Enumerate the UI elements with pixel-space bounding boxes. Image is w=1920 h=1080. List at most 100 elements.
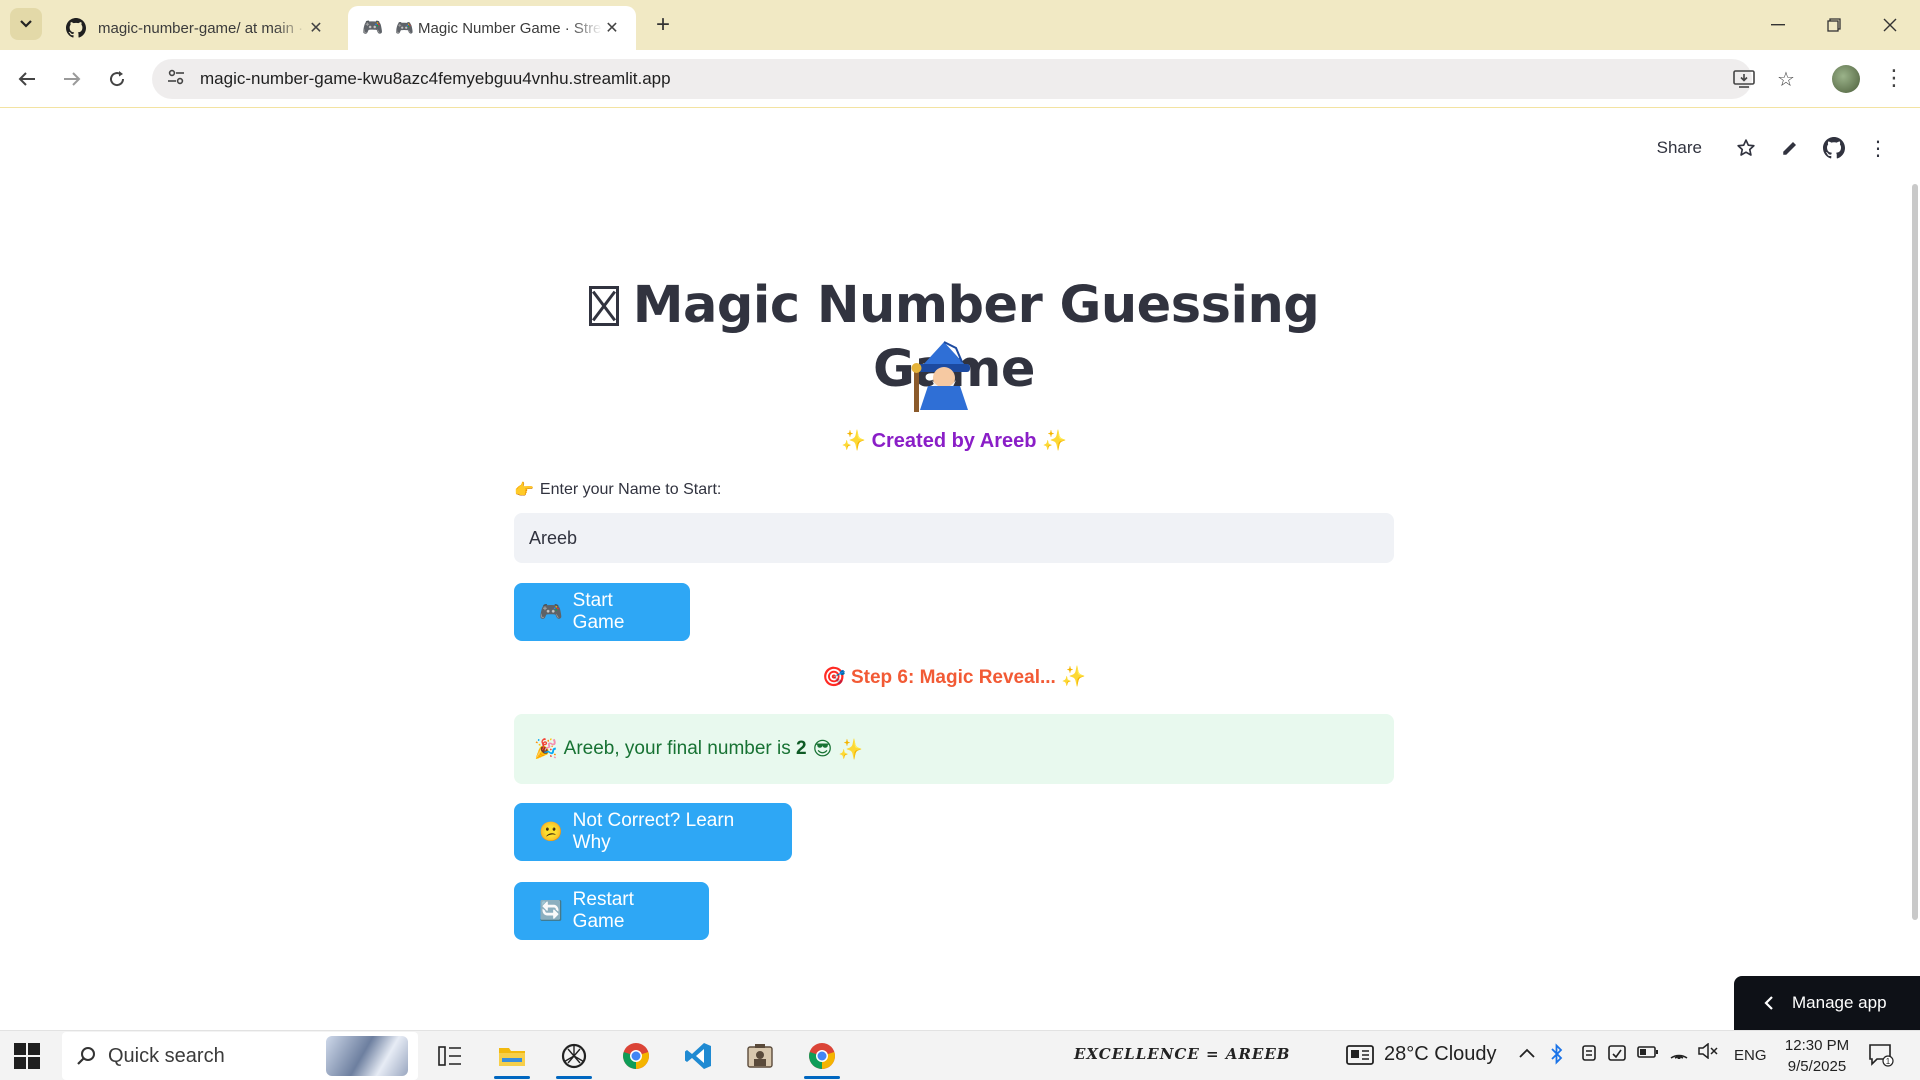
party-popper-icon: 🎉 xyxy=(534,739,558,760)
repeat-icon: 🔄 xyxy=(539,901,563,922)
share-button[interactable]: Share xyxy=(1657,138,1702,158)
step-heading: 🎯 Step 6: Magic Reveal... ✨ xyxy=(514,664,1394,689)
star-icon[interactable] xyxy=(1724,128,1768,168)
missing-glyph-icon xyxy=(588,286,619,326)
svg-text:1: 1 xyxy=(1886,1057,1891,1066)
target-icon: 🎯 xyxy=(822,667,846,688)
file-explorer-icon[interactable] xyxy=(490,1035,534,1079)
notifications-icon[interactable]: 1 xyxy=(1868,1043,1894,1073)
restore-button[interactable] xyxy=(1806,0,1862,50)
learn-why-button[interactable]: 😕 Not Correct? Learn Why xyxy=(514,803,792,861)
install-app-icon[interactable] xyxy=(1726,59,1762,99)
volume-muted-icon[interactable] xyxy=(1698,1042,1718,1064)
page-scrollbar[interactable] xyxy=(1912,184,1918,920)
app-header-toolbar: Share ⋮ xyxy=(1657,128,1920,168)
browser-menu-icon[interactable]: ⋮ xyxy=(1880,65,1908,93)
taskbar-clock[interactable]: 12:30 PM 9/5/2025 xyxy=(1772,1035,1862,1077)
task-view-icon[interactable] xyxy=(428,1035,472,1077)
close-window-button[interactable] xyxy=(1862,0,1918,50)
manage-app-button[interactable]: Manage app xyxy=(1734,976,1920,1030)
bookmark-star-icon[interactable]: ☆ xyxy=(1768,59,1804,99)
name-input-label: 👉 Enter your Name to Start: xyxy=(514,480,721,500)
browser-tab-github[interactable]: magic-number-game/ at main · areeb ✕ xyxy=(52,6,340,50)
clock-date: 9/5/2025 xyxy=(1787,1058,1847,1075)
site-info-icon[interactable] xyxy=(156,69,196,90)
onedrive-icon[interactable] xyxy=(1607,1043,1627,1068)
manage-app-label: Manage app xyxy=(1792,993,1887,1012)
sparkles-icon: ✨ xyxy=(838,738,864,761)
url-text[interactable]: magic-number-game-kwu8azc4femyebguu4vnhu… xyxy=(200,69,671,89)
arrow-right-icon xyxy=(64,72,81,86)
pointing-hand-icon: 👉 xyxy=(514,482,534,499)
credit-subtitle: ✨ Created by Areeb ✨ xyxy=(514,428,1394,453)
credit-text: Created by Areeb xyxy=(871,430,1037,452)
close-icon[interactable]: ✕ xyxy=(602,18,622,38)
wifi-icon[interactable] xyxy=(1669,1043,1689,1064)
windows-taskbar: Quick search EXCELLENCE = AREEB 28°C Clo… xyxy=(0,1030,1920,1080)
chatgpt-icon[interactable] xyxy=(552,1035,596,1079)
streamlit-page: Share ⋮ Magic Number Guessing Game ✨ xyxy=(0,108,1920,1030)
taskbar-search-box[interactable]: Quick search xyxy=(62,1032,418,1080)
result-text: Areeb, your final number is 2 xyxy=(563,738,807,759)
tab-title: magic-number-game/ at main · areeb xyxy=(98,19,306,37)
meet-now-icon[interactable] xyxy=(1580,1043,1598,1068)
chevron-up-icon[interactable] xyxy=(1518,1043,1536,1064)
tab-title: 🎮 Magic Number Game · Streamlit xyxy=(395,20,602,37)
name-input-label-text: Enter your Name to Start: xyxy=(539,481,722,498)
search-label: Quick search xyxy=(108,1044,225,1067)
vscode-icon[interactable] xyxy=(676,1035,720,1077)
close-icon[interactable]: ✕ xyxy=(306,18,326,38)
chevron-left-icon xyxy=(1764,996,1773,1010)
tab-search-button[interactable] xyxy=(10,8,42,40)
learn-why-label: Not Correct? Learn Why xyxy=(572,810,735,853)
name-input[interactable] xyxy=(514,513,1394,563)
profile-avatar[interactable] xyxy=(1832,65,1860,93)
restart-game-button[interactable]: 🔄 Restart Game xyxy=(514,882,709,940)
start-game-button[interactable]: 🎮 Start Game xyxy=(514,583,690,641)
minimize-button[interactable] xyxy=(1750,0,1806,50)
start-game-label: Start Game xyxy=(572,590,625,633)
reload-button[interactable] xyxy=(100,62,134,96)
address-bar[interactable]: magic-number-game-kwu8azc4femyebguu4vnhu… xyxy=(152,59,1752,99)
sparkles-icon: ✨ xyxy=(1061,666,1086,688)
github-icon[interactable] xyxy=(1812,128,1856,168)
browser-tab-strip: magic-number-game/ at main · areeb ✕ 🎮 🎮… xyxy=(0,0,1920,50)
bluetooth-icon[interactable] xyxy=(1550,1043,1564,1070)
photos-app-icon[interactable] xyxy=(738,1035,782,1077)
reload-icon xyxy=(110,71,125,87)
result-success-alert: 🎉 Areeb, your final number is 2 😎 ✨ xyxy=(514,714,1394,784)
back-button[interactable] xyxy=(10,62,44,96)
minimize-icon xyxy=(1771,24,1785,26)
sunglasses-face-icon: 😎 xyxy=(812,738,833,760)
mage-emoji-icon xyxy=(911,341,970,412)
gamepad-icon: 🎮 xyxy=(539,602,563,623)
search-icon xyxy=(77,1047,95,1065)
language-indicator[interactable]: ENG xyxy=(1734,1047,1767,1064)
main-menu-icon[interactable]: ⋮ xyxy=(1856,128,1900,168)
edit-pencil-icon[interactable] xyxy=(1768,128,1812,168)
weather-widget[interactable]: 28°C Cloudy xyxy=(1346,1043,1497,1066)
news-weather-icon xyxy=(1346,1044,1374,1065)
restore-icon xyxy=(1827,18,1841,32)
arrow-left-icon xyxy=(18,72,35,86)
browser-tab-streamlit[interactable]: 🎮 🎮 Magic Number Game · Streamlit ✕ xyxy=(348,6,636,50)
github-icon xyxy=(66,18,86,38)
clock-time: 12:30 PM xyxy=(1784,1037,1850,1054)
weather-text: 28°C Cloudy xyxy=(1384,1043,1497,1065)
taskbar-motto: EXCELLENCE = AREEB xyxy=(1074,1045,1291,1063)
chrome-icon[interactable] xyxy=(614,1035,658,1077)
confused-face-icon: 😕 xyxy=(539,822,563,843)
close-icon xyxy=(1883,18,1897,32)
chevron-down-icon xyxy=(20,20,32,28)
chrome-icon[interactable] xyxy=(800,1035,844,1079)
forward-button[interactable] xyxy=(55,62,89,96)
restart-game-label: Restart Game xyxy=(572,889,634,932)
search-highlight-image xyxy=(326,1036,408,1076)
sparkles-icon: ✨ xyxy=(1042,430,1067,452)
battery-icon[interactable] xyxy=(1637,1043,1659,1064)
gamepad-icon: 🎮 xyxy=(362,18,384,37)
step-heading-text: Step 6: Magic Reveal... xyxy=(850,667,1056,688)
browser-toolbar: magic-number-game-kwu8azc4femyebguu4vnhu… xyxy=(0,50,1920,108)
new-tab-button[interactable]: + xyxy=(648,10,678,40)
windows-start-icon[interactable] xyxy=(14,1043,40,1069)
